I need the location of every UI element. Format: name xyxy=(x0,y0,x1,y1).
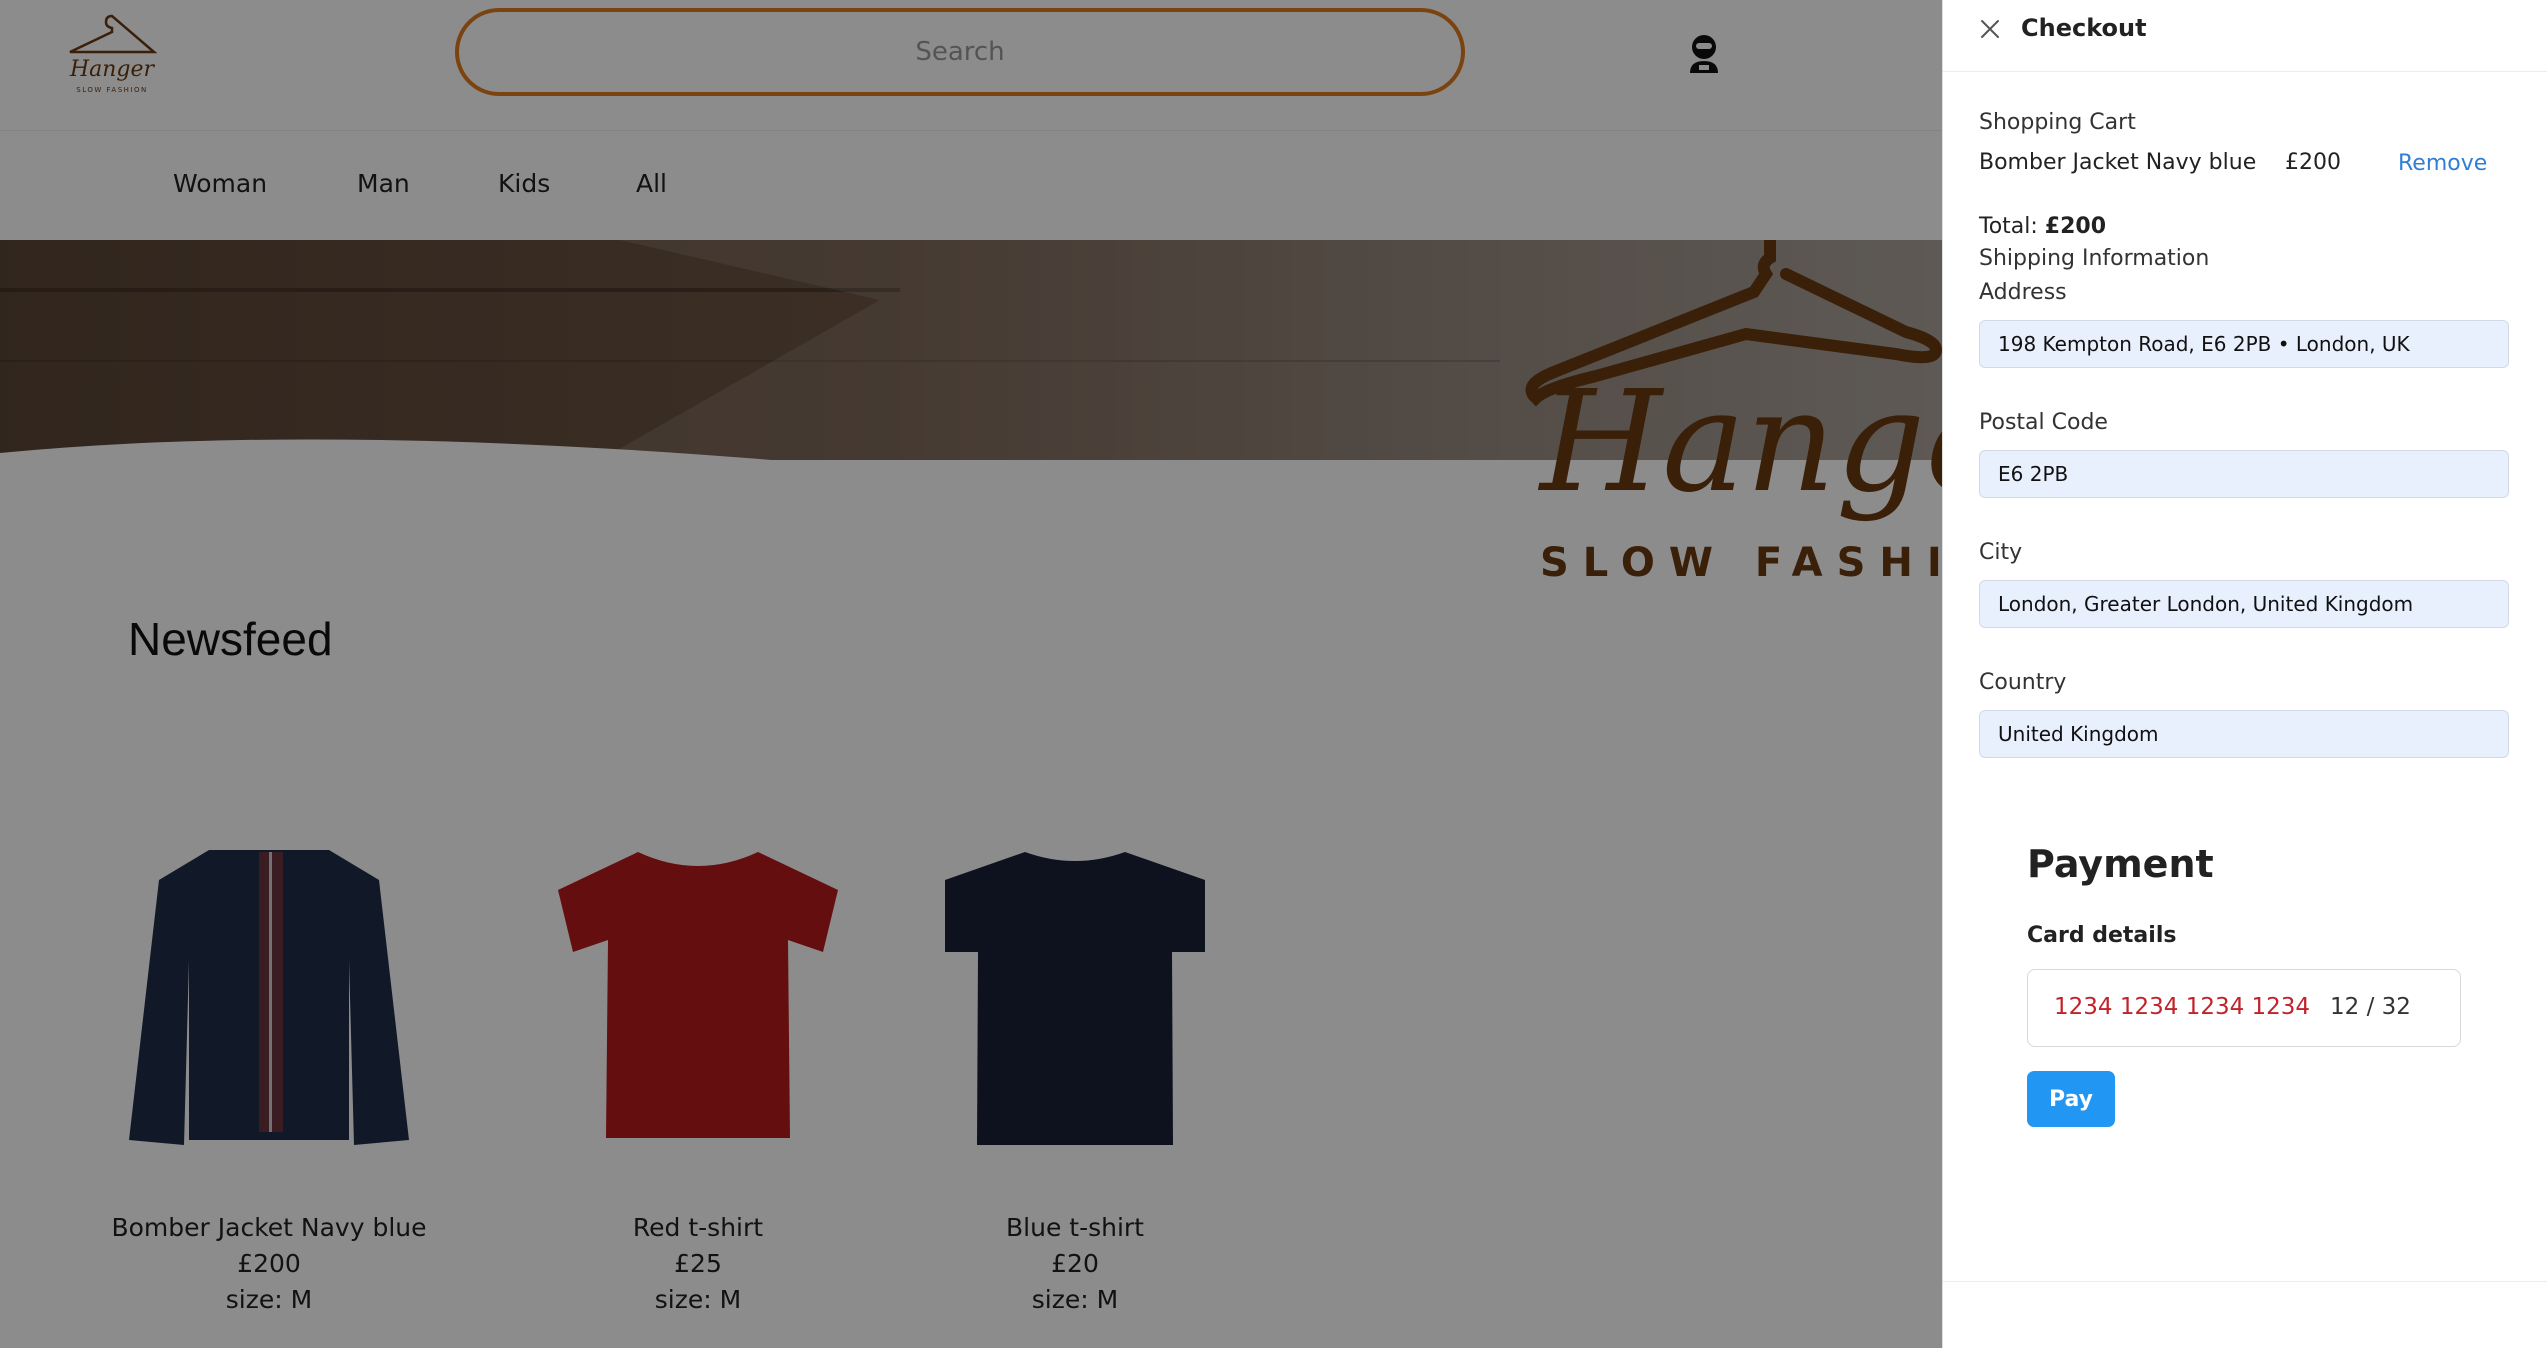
card-number-field[interactable]: 1234 1234 1234 1234 xyxy=(2054,994,2310,1020)
city-label: City xyxy=(1979,540,2023,565)
shopping-cart-label: Shopping Cart xyxy=(1979,110,2136,135)
pay-button[interactable]: Pay xyxy=(2027,1071,2115,1127)
card-details-input[interactable]: 1234 1234 1234 1234 12 / 32 xyxy=(2027,969,2461,1047)
cart-item-price: £200 xyxy=(2285,150,2341,175)
payment-title: Payment xyxy=(2027,842,2214,886)
card-details-label: Card details xyxy=(2027,923,2177,948)
address-label: Address xyxy=(1979,280,2067,305)
remove-item-button[interactable]: Remove xyxy=(2398,151,2487,176)
checkout-drawer: Checkout Shopping Cart Bomber Jacket Nav… xyxy=(1942,0,2547,1348)
postal-code-label: Postal Code xyxy=(1979,410,2108,435)
card-expiry-field[interactable]: 12 / 32 xyxy=(2330,994,2411,1020)
drawer-footer-divider xyxy=(1943,1281,2547,1282)
total-label: Total: xyxy=(1979,214,2038,239)
cart-item-name: Bomber Jacket Navy blue xyxy=(1979,150,2257,175)
country-label: Country xyxy=(1979,670,2067,695)
modal-backdrop[interactable] xyxy=(0,0,1942,1348)
city-field[interactable] xyxy=(1979,580,2509,628)
cart-total: Total: £200 xyxy=(1979,214,2106,239)
total-value: £200 xyxy=(2044,214,2107,239)
drawer-title: Checkout xyxy=(2021,14,2147,42)
postal-code-field[interactable] xyxy=(1979,450,2509,498)
country-field[interactable] xyxy=(1979,710,2509,758)
close-icon[interactable] xyxy=(1979,18,2001,40)
address-field[interactable] xyxy=(1979,320,2509,368)
shipping-info-label: Shipping Information xyxy=(1979,246,2210,271)
drawer-header: Checkout xyxy=(1943,0,2547,72)
